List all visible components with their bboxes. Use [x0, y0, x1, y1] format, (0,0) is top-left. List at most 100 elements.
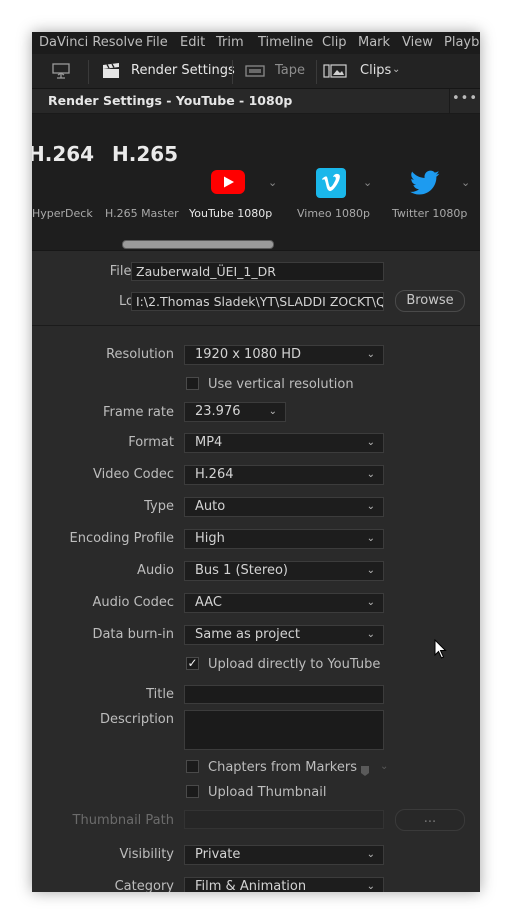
- category-dropdown[interactable]: Film & Animation ⌄: [184, 877, 384, 892]
- audio-dropdown[interactable]: Bus 1 (Stereo) ⌄: [184, 561, 384, 581]
- video-codec-value: H.264: [195, 467, 234, 482]
- upload-thumbnail-checkbox[interactable]: [186, 785, 199, 798]
- preset-title: H.264: [32, 142, 95, 166]
- category-label: Category: [114, 879, 174, 892]
- toolbar-divider: [88, 60, 89, 84]
- marker-icon[interactable]: [360, 765, 370, 781]
- menu-bar: DaVinci Resolve File Edit Trim Timeline …: [32, 32, 480, 54]
- audio-label: Audio: [137, 563, 174, 578]
- menu-edit[interactable]: Edit: [180, 35, 205, 50]
- frame-rate-value: 23.976: [195, 404, 241, 419]
- more-options-icon[interactable]: •••: [449, 89, 480, 113]
- browse-button[interactable]: Browse: [395, 290, 465, 312]
- preset-label: HyperDeck: [32, 207, 93, 220]
- render-queue-icon[interactable]: [52, 63, 70, 83]
- chevron-down-icon[interactable]: ⌄: [380, 761, 388, 772]
- chevron-down-icon[interactable]: ⌄: [363, 176, 372, 189]
- menu-mark[interactable]: Mark: [358, 35, 390, 50]
- preset-label: H.265 Master: [105, 207, 179, 220]
- chevron-down-icon: ⌄: [366, 629, 375, 640]
- chapters-checkbox[interactable]: [186, 760, 199, 773]
- vertical-resolution-checkbox[interactable]: [186, 377, 199, 390]
- mouse-cursor-icon: [434, 638, 448, 663]
- title-label: Title: [146, 687, 174, 702]
- frame-rate-dropdown[interactable]: 23.976 ⌄: [184, 402, 286, 422]
- format-value: MP4: [195, 435, 223, 450]
- data-burn-in-value: Same as project: [195, 627, 301, 642]
- chevron-down-icon: ⌄: [366, 849, 375, 860]
- chevron-down-icon: ⌄: [366, 597, 375, 608]
- visibility-dropdown[interactable]: Private ⌄: [184, 845, 384, 865]
- render-settings-window: DaVinci Resolve File Edit Trim Timeline …: [32, 32, 480, 892]
- thumbnail-path-label: Thumbnail Path: [72, 813, 174, 828]
- youtube-icon: [211, 170, 245, 198]
- video-codec-dropdown[interactable]: H.264 ⌄: [184, 465, 384, 485]
- clapperboard-icon: [102, 63, 120, 83]
- tape-tab[interactable]: Tape: [275, 63, 305, 78]
- vertical-resolution-label: Use vertical resolution: [208, 377, 354, 392]
- thumbnail-browse-button[interactable]: ...: [395, 809, 465, 831]
- chevron-down-icon: ⌄: [366, 437, 375, 448]
- preset-label: Vimeo 1080p: [297, 207, 371, 220]
- preset-twitter-1080p[interactable]: Twitter 1080p: [388, 114, 468, 224]
- toolbar-divider: [232, 60, 233, 84]
- chevron-down-icon: ⌄: [366, 469, 375, 480]
- chevron-down-icon: ⌄: [366, 533, 375, 544]
- menu-clip[interactable]: Clip: [322, 35, 347, 50]
- menu-view[interactable]: View: [402, 35, 433, 50]
- visibility-value: Private: [195, 847, 241, 862]
- checkmark-icon: ✓: [187, 656, 198, 670]
- preset-label: YouTube 1080p: [189, 207, 273, 220]
- encoding-profile-label: Encoding Profile: [69, 531, 174, 546]
- chevron-down-icon: ⌄: [268, 406, 277, 417]
- resolution-dropdown[interactable]: 1920 x 1080 HD ⌄: [184, 345, 384, 365]
- format-label: Format: [128, 435, 174, 450]
- category-value: Film & Animation: [195, 879, 307, 892]
- title-input[interactable]: [184, 685, 384, 704]
- panel-header: Render Settings - YouTube - 1080p •••: [32, 89, 480, 114]
- panel-title: Render Settings - YouTube - 1080p: [48, 93, 293, 108]
- chevron-down-icon[interactable]: ⌄: [461, 176, 470, 189]
- preset-h265-master[interactable]: H.265 H.265 Master: [104, 114, 179, 224]
- preset-label: Twitter 1080p: [392, 207, 468, 220]
- menu-playback[interactable]: Playback: [444, 35, 480, 50]
- encoding-profile-value: High: [195, 531, 225, 546]
- chevron-down-icon[interactable]: ⌄: [268, 176, 277, 189]
- menu-file[interactable]: File: [146, 35, 168, 50]
- toolbar: Render Settings Tape Clips ⌄: [32, 54, 480, 89]
- audio-codec-dropdown[interactable]: AAC ⌄: [184, 593, 384, 613]
- thumbnail-path-input[interactable]: [184, 810, 384, 829]
- menu-davinci-resolve[interactable]: DaVinci Resolve: [39, 35, 143, 50]
- clips-dropdown[interactable]: Clips: [360, 63, 391, 78]
- upload-thumbnail-label: Upload Thumbnail: [208, 785, 327, 800]
- encoding-profile-dropdown[interactable]: High ⌄: [184, 529, 384, 549]
- file-name-input[interactable]: Zauberwald_ÜEI_1_DR: [131, 262, 384, 281]
- video-codec-label: Video Codec: [93, 467, 174, 482]
- preset-strip: H.264 HyperDeck H.265 H.265 Master YouTu…: [32, 114, 480, 251]
- preset-vimeo-1080p[interactable]: Vimeo 1080p: [294, 114, 374, 224]
- chevron-down-icon: ⌄: [366, 501, 375, 512]
- location-input[interactable]: I:\2.Thomas Sladek\YT\SLADDI ZOCKT\Quick: [131, 292, 384, 311]
- data-burn-in-label: Data burn-in: [92, 627, 174, 642]
- format-dropdown[interactable]: MP4 ⌄: [184, 433, 384, 453]
- upload-youtube-checkbox[interactable]: ✓: [186, 657, 199, 670]
- type-dropdown[interactable]: Auto ⌄: [184, 497, 384, 517]
- preset-youtube-1080p[interactable]: YouTube 1080p: [188, 114, 288, 224]
- preset-hyperdeck[interactable]: H.264 HyperDeck: [32, 114, 94, 224]
- audio-codec-label: Audio Codec: [92, 595, 174, 610]
- chevron-down-icon[interactable]: ⌄: [392, 64, 400, 75]
- data-burn-in-dropdown[interactable]: Same as project ⌄: [184, 625, 384, 645]
- preset-scrollbar[interactable]: [122, 240, 274, 249]
- clips-icon: [323, 64, 347, 82]
- menu-timeline[interactable]: Timeline: [258, 35, 313, 50]
- menu-trim[interactable]: Trim: [216, 35, 244, 50]
- preset-title: H.265: [112, 142, 179, 166]
- chevron-down-icon: ⌄: [366, 881, 375, 892]
- audio-value: Bus 1 (Stereo): [195, 563, 288, 578]
- upload-youtube-label: Upload directly to YouTube: [208, 657, 381, 672]
- twitter-icon: [410, 170, 440, 200]
- description-input[interactable]: [184, 710, 384, 750]
- resolution-value: 1920 x 1080 HD: [195, 347, 302, 362]
- render-settings-tab[interactable]: Render Settings: [131, 63, 235, 78]
- chapters-label: Chapters from Markers: [208, 760, 357, 775]
